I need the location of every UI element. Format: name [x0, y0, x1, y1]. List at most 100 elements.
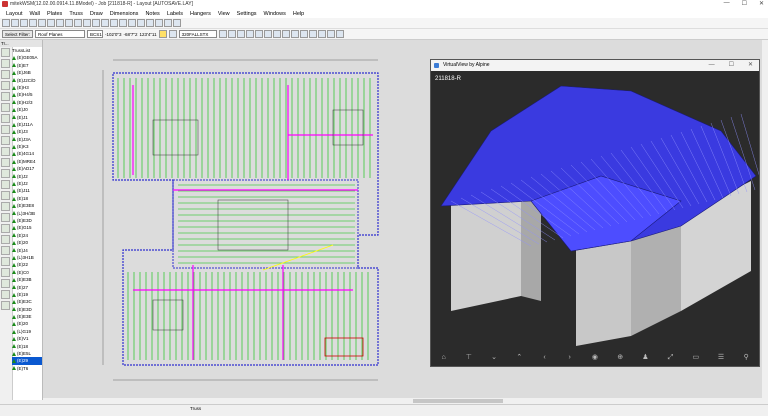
view-tool-icon[interactable] [326, 30, 335, 38]
menu-help[interactable]: Help [293, 11, 304, 17]
view-tool-icon[interactable] [245, 30, 254, 38]
side-tool-icon[interactable] [1, 213, 10, 222]
truss-list-item[interactable]: (E)4G14 [12, 150, 42, 157]
view-tool-icon[interactable] [308, 30, 317, 38]
toolbar-tool-icon[interactable] [164, 19, 172, 27]
toolbar-tool-icon[interactable] [65, 19, 73, 27]
arrow-right-icon[interactable]: › [565, 354, 575, 362]
truss-list-item[interactable]: (E)AD17 [12, 165, 42, 172]
toolbar-tool-icon[interactable] [101, 19, 109, 27]
close-button[interactable]: ✕ [759, 0, 764, 9]
view-tool-icon[interactable] [218, 30, 227, 38]
view-tool-icon[interactable] [254, 30, 263, 38]
truss-list-item[interactable]: (E)E3D [12, 217, 42, 224]
truss-list-item[interactable]: (E)E3E8 [12, 202, 42, 209]
toolbar-tool-icon[interactable] [137, 19, 145, 27]
minimize-button[interactable]: — [724, 0, 730, 9]
tab-truss[interactable]: Truss [190, 406, 201, 411]
menu-view[interactable]: View [218, 11, 230, 17]
truss-list-item[interactable]: (E)19 [12, 291, 42, 298]
lock-icon[interactable] [168, 30, 177, 38]
truss-list-item[interactable]: (E)J6B [12, 69, 42, 76]
truss-list-item[interactable]: (E)J1 [12, 114, 42, 121]
arrow-left-icon[interactable]: ‹ [539, 354, 549, 362]
home-icon[interactable]: ⌂ [439, 354, 449, 362]
menu-dimensions[interactable]: Dimensions [110, 11, 139, 17]
walk-icon[interactable]: ⚲ [741, 354, 751, 362]
side-tool-icon[interactable] [1, 180, 10, 189]
figure-icon[interactable]: ♟ [640, 354, 650, 362]
view-tool-icon[interactable] [299, 30, 308, 38]
filter-select[interactable]: Roof Planes [35, 30, 86, 38]
side-tool-icon[interactable] [1, 279, 10, 288]
truss-list-item[interactable]: (E)18 [12, 343, 42, 350]
toolbar-tool-icon[interactable] [128, 19, 136, 27]
truss-list-item[interactable]: (E)J2 [12, 180, 42, 187]
vv-restore-button[interactable]: ☐ [729, 60, 734, 71]
side-tool-icon[interactable] [1, 191, 10, 200]
menu-settings[interactable]: Settings [237, 11, 257, 17]
side-tool-icon[interactable] [1, 125, 10, 134]
truss-list-item[interactable]: (E)22 [12, 261, 42, 268]
side-tool-icon[interactable] [1, 70, 10, 79]
view-tool-icon[interactable] [236, 30, 245, 38]
side-tool-icon[interactable] [1, 301, 10, 310]
menu-draw[interactable]: Draw [90, 11, 103, 17]
chevron-up-icon[interactable]: ⌃ [514, 354, 524, 362]
truss-list-item[interactable]: (E)20 [12, 239, 42, 246]
side-tool-icon[interactable] [1, 48, 10, 57]
truss-list-item[interactable]: (L)3H/3B [12, 210, 42, 217]
truss-list-item[interactable]: (E)J0 [12, 106, 42, 113]
toolbar-tool-icon[interactable] [83, 19, 91, 27]
side-tool-icon[interactable] [1, 290, 10, 299]
truss-list-item[interactable]: (E)E7 [12, 62, 42, 69]
toolbar-tool-icon[interactable] [47, 19, 55, 27]
truss-list-item[interactable]: (E)G15 [12, 224, 42, 231]
3d-model-view[interactable] [431, 71, 759, 347]
truss-list-item[interactable]: (E)E3E [12, 313, 42, 320]
rotate-icon[interactable]: ⤢ [666, 354, 676, 362]
truss-list-item[interactable]: (E)24 [12, 232, 42, 239]
toolbar-tool-icon[interactable] [92, 19, 100, 27]
menu-hangers[interactable]: Hangers [190, 11, 211, 17]
truss-list-item[interactable]: (E)29 [12, 357, 42, 365]
panel-header[interactable]: Tr... [1, 41, 9, 46]
vv-minimize-button[interactable]: — [709, 60, 715, 71]
view-tool-icon[interactable] [290, 30, 299, 38]
side-tool-icon[interactable] [1, 81, 10, 90]
side-tool-icon[interactable] [1, 59, 10, 68]
restore-button[interactable]: ☐ [742, 0, 747, 9]
side-tool-icon[interactable] [1, 147, 10, 156]
side-tool-icon[interactable] [1, 114, 10, 123]
toolbar-tool-icon[interactable] [173, 19, 181, 27]
toolbar-tool-icon[interactable] [38, 19, 46, 27]
toolbar-tool-icon[interactable] [11, 19, 19, 27]
truss-list-item[interactable]: (E)K3 [12, 143, 42, 150]
truss-list-item[interactable]: (E)20 [12, 320, 42, 327]
side-tool-icon[interactable] [1, 92, 10, 101]
view-tool-icon[interactable] [227, 30, 236, 38]
bulb-icon[interactable] [158, 30, 167, 38]
toolbar-tool-icon[interactable] [29, 19, 37, 27]
truss-list-item[interactable]: (E)J3A [12, 136, 42, 143]
toolbar-tool-icon[interactable] [20, 19, 28, 27]
truss-list-item[interactable]: (E)J2C/D [12, 77, 42, 84]
side-tool-icon[interactable] [1, 235, 10, 244]
select-filter-label[interactable]: Select Filter: [2, 30, 34, 38]
vertical-scrollbar[interactable] [762, 40, 768, 398]
truss-list-item[interactable]: (E)J2 [12, 173, 42, 180]
truss-list-item[interactable]: (E)H3 [12, 84, 42, 91]
chevron-down-icon[interactable]: ⌄ [489, 354, 499, 362]
truss-list-item[interactable]: (L)3H1B [12, 254, 42, 261]
menu-truss[interactable]: Truss [69, 11, 83, 17]
truss-list-item[interactable]: (E)V1 [12, 335, 42, 342]
side-tool-icon[interactable] [1, 246, 10, 255]
truss-list-item[interactable]: (E)E3B [12, 276, 42, 283]
coord-mode-select[interactable]: BCS1 [87, 30, 104, 38]
side-tool-icon[interactable] [1, 268, 10, 277]
zoom-icon[interactable]: ⊕ [615, 354, 625, 362]
scroll-thumb[interactable] [413, 399, 503, 403]
side-tool-icon[interactable] [1, 136, 10, 145]
view-tool-icon[interactable] [263, 30, 272, 38]
menu-layout[interactable]: Layout [6, 11, 23, 17]
